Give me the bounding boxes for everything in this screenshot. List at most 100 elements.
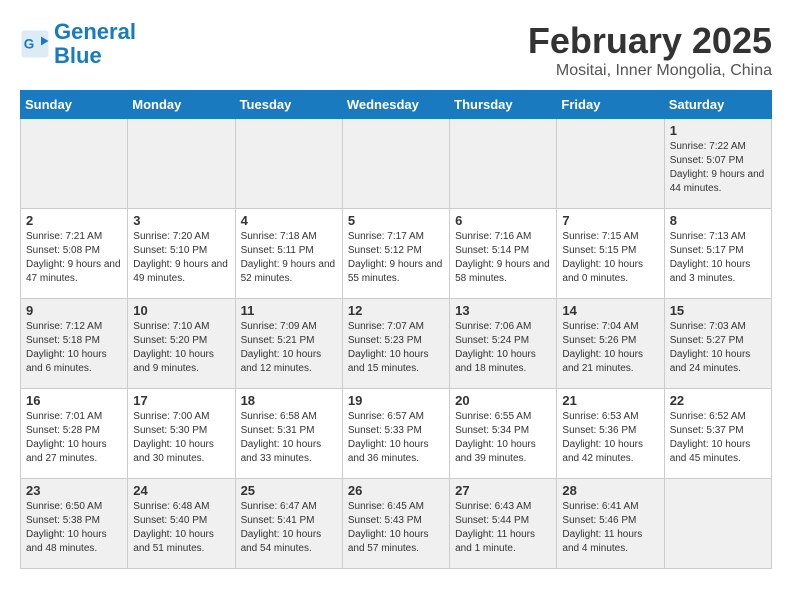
calendar-cell: 22Sunrise: 6:52 AM Sunset: 5:37 PM Dayli…	[664, 389, 771, 479]
weekday-header-thursday: Thursday	[450, 91, 557, 119]
day-info: Sunrise: 7:07 AM Sunset: 5:23 PM Dayligh…	[348, 320, 444, 376]
calendar-cell: 24Sunrise: 6:48 AM Sunset: 5:40 PM Dayli…	[128, 479, 235, 569]
day-number: 15	[670, 303, 766, 318]
day-info: Sunrise: 7:12 AM Sunset: 5:18 PM Dayligh…	[26, 320, 122, 376]
logo-icon: G	[20, 29, 50, 59]
calendar-cell	[21, 119, 128, 209]
calendar-cell: 25 Sunrise: 6:47 AM Sunset: 5:41 PM Dayli…	[235, 479, 342, 569]
logo-line1: General	[54, 19, 136, 44]
day-number: 25	[241, 483, 337, 498]
day-number: 6	[455, 213, 551, 228]
day-number: 28	[562, 483, 658, 498]
calendar-cell: 8Sunrise: 7:13 AM Sunset: 5:17 PM Daylig…	[664, 209, 771, 299]
calendar-week-row: 16 Sunrise: 7:01 AM Sunset: 5:28 PM Dayli…	[21, 389, 772, 479]
calendar-cell	[235, 119, 342, 209]
day-info: Sunrise: 6:47 AM Sunset: 5:41 PM Dayligh…	[241, 500, 337, 556]
day-info: Sunrise: 7:10 AM Sunset: 5:20 PM Dayligh…	[133, 320, 229, 376]
day-number: 1	[670, 123, 766, 138]
day-info: Sunrise: 6:41 AM Sunset: 5:46 PM Dayligh…	[562, 500, 658, 556]
day-info: Sunrise: 7:16 AM Sunset: 5:14 PM Dayligh…	[455, 230, 551, 286]
calendar-cell: 3 Sunrise: 7:20 AM Sunset: 5:10 PM Daylig…	[128, 209, 235, 299]
day-number: 19	[348, 393, 444, 408]
calendar-cell: 26Sunrise: 6:45 AM Sunset: 5:43 PM Dayli…	[342, 479, 449, 569]
weekday-header-monday: Monday	[128, 91, 235, 119]
logo-text: General Blue	[54, 20, 136, 68]
weekday-header-tuesday: Tuesday	[235, 91, 342, 119]
logo-line2: Blue	[54, 43, 102, 68]
day-number: 12	[348, 303, 444, 318]
day-number: 26	[348, 483, 444, 498]
page-header: G General Blue February 2025 Mositai, In…	[20, 20, 772, 80]
weekday-header-sunday: Sunday	[21, 91, 128, 119]
location-title: Mositai, Inner Mongolia, China	[528, 62, 772, 80]
weekday-header-friday: Friday	[557, 91, 664, 119]
calendar-cell: 5 Sunrise: 7:17 AM Sunset: 5:12 PM Daylig…	[342, 209, 449, 299]
calendar-cell: 1Sunrise: 7:22 AM Sunset: 5:07 PM Daylig…	[664, 119, 771, 209]
calendar-cell: 18 Sunrise: 6:58 AM Sunset: 5:31 PM Dayli…	[235, 389, 342, 479]
day-number: 7	[562, 213, 658, 228]
day-number: 17	[133, 393, 229, 408]
day-number: 10	[133, 303, 229, 318]
calendar-cell: 16 Sunrise: 7:01 AM Sunset: 5:28 PM Dayli…	[21, 389, 128, 479]
calendar-cell: 19 Sunrise: 6:57 AM Sunset: 5:33 PM Dayli…	[342, 389, 449, 479]
day-info: Sunrise: 7:21 AM Sunset: 5:08 PM Dayligh…	[26, 230, 122, 286]
day-info: Sunrise: 7:06 AM Sunset: 5:24 PM Dayligh…	[455, 320, 551, 376]
calendar-cell: 2 Sunrise: 7:21 AM Sunset: 5:08 PM Daylig…	[21, 209, 128, 299]
day-number: 13	[455, 303, 551, 318]
day-info: Sunrise: 6:43 AM Sunset: 5:44 PM Dayligh…	[455, 500, 551, 556]
day-info: Sunrise: 7:17 AM Sunset: 5:12 PM Dayligh…	[348, 230, 444, 286]
calendar-cell: 13 Sunrise: 7:06 AM Sunset: 5:24 PM Dayli…	[450, 299, 557, 389]
weekday-header-wednesday: Wednesday	[342, 91, 449, 119]
day-info: Sunrise: 7:00 AM Sunset: 5:30 PM Dayligh…	[133, 410, 229, 466]
day-info: Sunrise: 6:55 AM Sunset: 5:34 PM Dayligh…	[455, 410, 551, 466]
day-info: Sunrise: 6:58 AM Sunset: 5:31 PM Dayligh…	[241, 410, 337, 466]
calendar-cell: 27 Sunrise: 6:43 AM Sunset: 5:44 PM Dayli…	[450, 479, 557, 569]
day-number: 16	[26, 393, 122, 408]
calendar-cell: 21Sunrise: 6:53 AM Sunset: 5:36 PM Dayli…	[557, 389, 664, 479]
calendar-cell: 28 Sunrise: 6:41 AM Sunset: 5:46 PM Dayli…	[557, 479, 664, 569]
calendar-cell	[450, 119, 557, 209]
day-info: Sunrise: 7:09 AM Sunset: 5:21 PM Dayligh…	[241, 320, 337, 376]
day-number: 2	[26, 213, 122, 228]
calendar-week-row: 23 Sunrise: 6:50 AM Sunset: 5:38 PM Dayli…	[21, 479, 772, 569]
calendar-week-row: 9 Sunrise: 7:12 AM Sunset: 5:18 PM Daylig…	[21, 299, 772, 389]
day-number: 9	[26, 303, 122, 318]
logo: G General Blue	[20, 20, 136, 68]
calendar-cell: 20 Sunrise: 6:55 AM Sunset: 5:34 PM Dayli…	[450, 389, 557, 479]
day-info: Sunrise: 7:20 AM Sunset: 5:10 PM Dayligh…	[133, 230, 229, 286]
calendar-week-row: 1Sunrise: 7:22 AM Sunset: 5:07 PM Daylig…	[21, 119, 772, 209]
day-info: Sunrise: 7:04 AM Sunset: 5:26 PM Dayligh…	[562, 320, 658, 376]
calendar-cell: 10 Sunrise: 7:10 AM Sunset: 5:20 PM Dayli…	[128, 299, 235, 389]
calendar-cell: 4 Sunrise: 7:18 AM Sunset: 5:11 PM Daylig…	[235, 209, 342, 299]
day-number: 20	[455, 393, 551, 408]
day-info: Sunrise: 6:50 AM Sunset: 5:38 PM Dayligh…	[26, 500, 122, 556]
calendar-cell: 23 Sunrise: 6:50 AM Sunset: 5:38 PM Dayli…	[21, 479, 128, 569]
day-info: Sunrise: 6:53 AM Sunset: 5:36 PM Dayligh…	[562, 410, 658, 466]
day-number: 5	[348, 213, 444, 228]
day-number: 11	[241, 303, 337, 318]
calendar-cell: 14 Sunrise: 7:04 AM Sunset: 5:26 PM Dayli…	[557, 299, 664, 389]
calendar-cell	[342, 119, 449, 209]
calendar-cell	[557, 119, 664, 209]
weekday-header-saturday: Saturday	[664, 91, 771, 119]
day-info: Sunrise: 6:57 AM Sunset: 5:33 PM Dayligh…	[348, 410, 444, 466]
calendar-cell	[128, 119, 235, 209]
day-number: 18	[241, 393, 337, 408]
day-number: 27	[455, 483, 551, 498]
day-info: Sunrise: 7:18 AM Sunset: 5:11 PM Dayligh…	[241, 230, 337, 286]
day-number: 3	[133, 213, 229, 228]
calendar-cell: 6 Sunrise: 7:16 AM Sunset: 5:14 PM Daylig…	[450, 209, 557, 299]
calendar-cell: 11 Sunrise: 7:09 AM Sunset: 5:21 PM Dayli…	[235, 299, 342, 389]
day-number: 8	[670, 213, 766, 228]
day-info: Sunrise: 6:48 AM Sunset: 5:40 PM Dayligh…	[133, 500, 229, 556]
day-info: Sunrise: 7:03 AM Sunset: 5:27 PM Dayligh…	[670, 320, 766, 376]
calendar-table: SundayMondayTuesdayWednesdayThursdayFrid…	[20, 90, 772, 569]
day-info: Sunrise: 7:15 AM Sunset: 5:15 PM Dayligh…	[562, 230, 658, 286]
day-info: Sunrise: 7:01 AM Sunset: 5:28 PM Dayligh…	[26, 410, 122, 466]
calendar-cell: 9 Sunrise: 7:12 AM Sunset: 5:18 PM Daylig…	[21, 299, 128, 389]
day-number: 23	[26, 483, 122, 498]
day-number: 4	[241, 213, 337, 228]
svg-text:G: G	[24, 37, 35, 52]
day-number: 14	[562, 303, 658, 318]
calendar-cell: 12 Sunrise: 7:07 AM Sunset: 5:23 PM Dayli…	[342, 299, 449, 389]
